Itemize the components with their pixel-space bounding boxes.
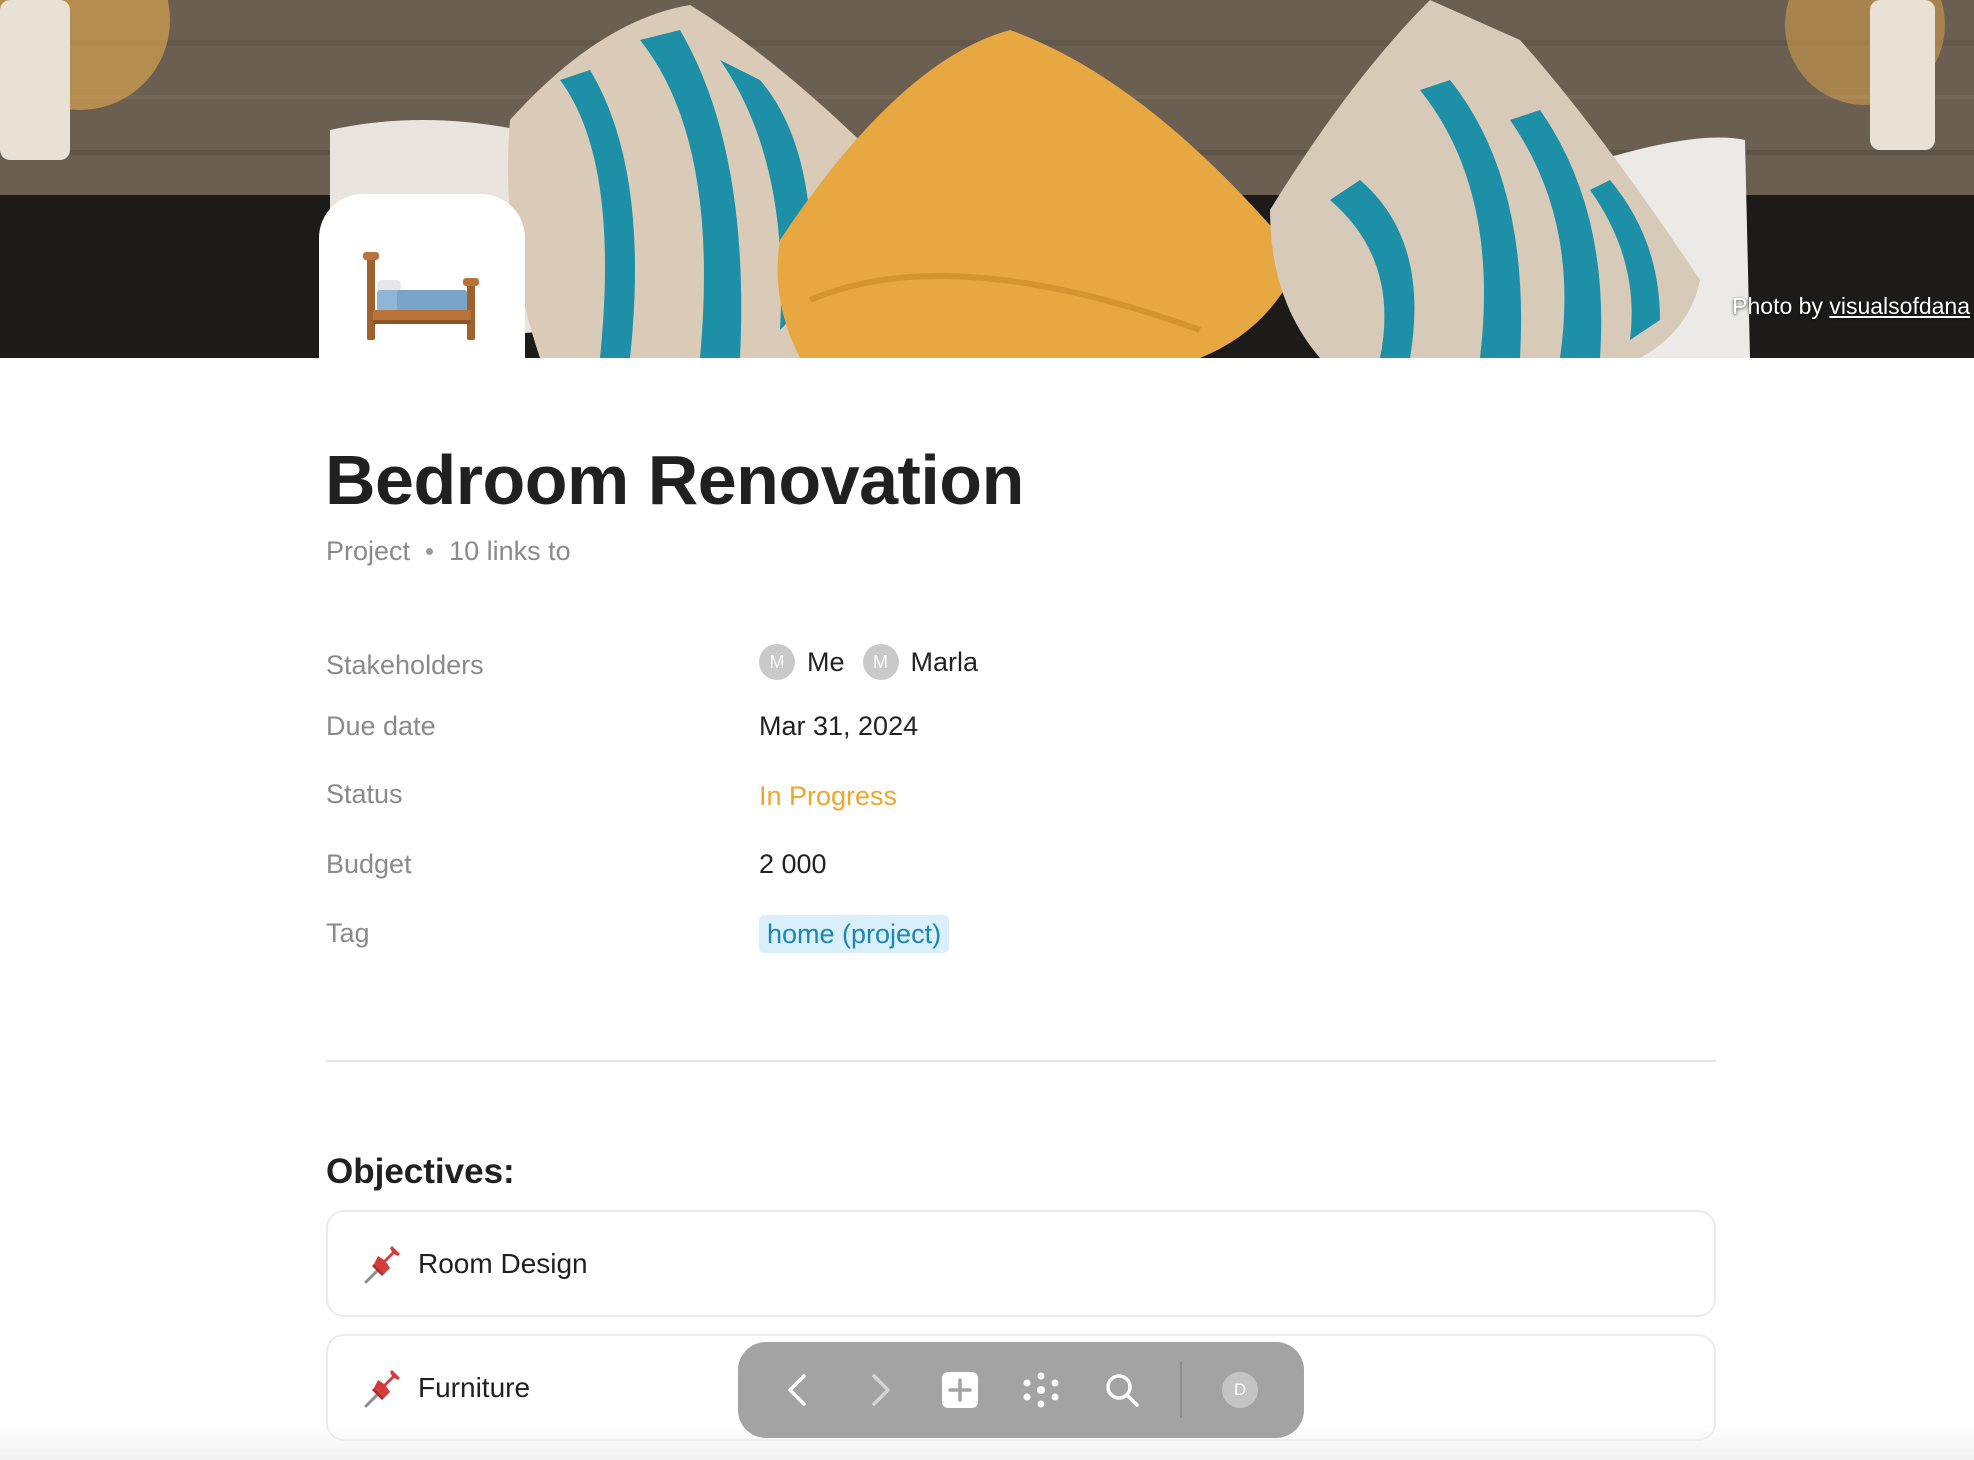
stakeholder-name: Me [807, 647, 845, 677]
property-label: Stakeholders [326, 650, 484, 680]
stakeholder-chip[interactable]: M Me [759, 642, 845, 682]
pushpin-icon [364, 1245, 400, 1283]
property-row-stakeholders[interactable]: Stakeholders M Me M Marla [326, 638, 1716, 680]
divider [326, 1060, 1716, 1062]
page-title[interactable]: Bedroom Renovation [325, 440, 1024, 520]
property-row-due-date[interactable]: Due date Mar 31, 2024 [326, 706, 1716, 746]
forward-icon [872, 1374, 890, 1406]
avatar: M [862, 644, 899, 680]
photo-credit-author-link[interactable]: visualsofdana [1829, 293, 1970, 319]
pushpin-icon [364, 1369, 400, 1407]
objective-label: Furniture [418, 1371, 531, 1403]
separator-dot [426, 548, 434, 555]
stakeholder-chip[interactable]: M Marla [862, 642, 979, 682]
avatar: M [759, 644, 795, 680]
property-row-tag[interactable]: Tag home (project) [326, 913, 1716, 953]
new-page-icon [942, 1372, 978, 1408]
tag-chip[interactable]: home (project) [759, 915, 950, 953]
property-value-tag[interactable]: home (project) [759, 915, 950, 953]
property-value-stakeholders[interactable]: M Me M Marla [759, 642, 996, 682]
property-row-status[interactable]: Status In Progress [326, 774, 1716, 814]
page-icon[interactable] [319, 194, 525, 364]
back-button[interactable] [774, 1366, 822, 1414]
toolbar-separator [1180, 1362, 1182, 1418]
stakeholder-name: Marla [910, 647, 979, 677]
graph-icon [1023, 1372, 1059, 1408]
graph-button[interactable] [1017, 1366, 1065, 1414]
search-button[interactable] [1098, 1366, 1146, 1414]
backlinks-count[interactable]: 10 links to [449, 536, 571, 567]
property-label: Due date [326, 711, 436, 741]
account-button[interactable]: D [1216, 1366, 1264, 1414]
objectives-heading: Objectives: [326, 1152, 515, 1191]
forward-button[interactable] [856, 1366, 904, 1414]
property-value-due-date[interactable]: Mar 31, 2024 [759, 706, 918, 746]
floating-toolbar: D [738, 1342, 1304, 1438]
new-page-button[interactable] [936, 1366, 984, 1414]
bed-icon [363, 252, 479, 340]
objective-card[interactable]: Room Design [326, 1210, 1716, 1317]
user-avatar: D [1222, 1372, 1258, 1408]
photo-credit-prefix: Photo by [1732, 293, 1823, 319]
property-label: Budget [326, 849, 412, 879]
objective-label: Room Design [418, 1247, 588, 1279]
page-type[interactable]: Project [326, 536, 410, 567]
cover-photo-illustration [0, 0, 1974, 358]
property-row-budget[interactable]: Budget 2 000 [326, 844, 1716, 884]
back-icon [788, 1374, 806, 1406]
search-icon [1106, 1374, 1139, 1407]
property-value-status[interactable]: In Progress [759, 776, 897, 816]
page-meta: Project 10 links to [326, 536, 571, 567]
cover-image[interactable]: Photo by visualsofdana [0, 0, 1974, 358]
property-value-budget[interactable]: 2 000 [759, 844, 827, 884]
photo-credit: Photo by visualsofdana [1732, 293, 1970, 320]
property-label: Status [326, 779, 403, 809]
property-label: Tag [326, 918, 370, 948]
